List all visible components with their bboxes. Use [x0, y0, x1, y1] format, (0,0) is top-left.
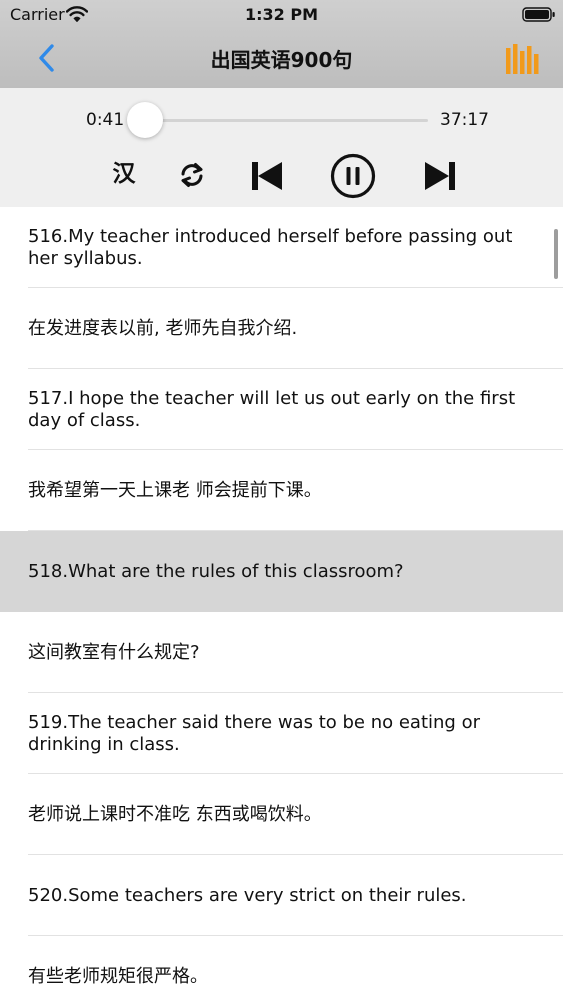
page-title: 出国英语900句 [210, 48, 353, 72]
language-toggle-button[interactable]: 汉 [108, 158, 140, 190]
sentence-text: 我希望第一天上课老 师会提前下课。 [28, 479, 322, 501]
next-track-icon[interactable] [423, 159, 457, 193]
progress-thumb[interactable] [127, 102, 164, 138]
list-item[interactable]: 在发进度表以前, 老师先自我介绍. [0, 288, 563, 369]
top-bar: Carrier 1:32 PM 出国英语900句 [0, 0, 563, 88]
status-time: 1:32 PM [244, 5, 318, 24]
progress-slider[interactable] [127, 102, 428, 138]
back-button[interactable] [30, 40, 66, 76]
total-time: 37:17 [440, 110, 489, 130]
list-item[interactable]: 518.What are the rules of this classroom… [0, 531, 563, 612]
sentence-text: 518.What are the rules of this classroom… [28, 560, 404, 582]
sentence-text: 有些老师规矩很严格。 [28, 965, 208, 987]
list-item[interactable]: 这间教室有什么规定? [0, 612, 563, 693]
elapsed-time: 0:41 [86, 110, 125, 130]
playlist-bars-icon[interactable] [500, 42, 542, 76]
sentence-text: 这间教室有什么规定? [28, 641, 200, 663]
sentence-text: 老师说上课时不准吃 东西或喝饮料。 [28, 803, 322, 825]
status-bar: Carrier 1:32 PM [0, 0, 563, 30]
list-item[interactable]: 516.My teacher introduced herself before… [0, 207, 563, 288]
list-item[interactable]: 有些老师规矩很严格。 [0, 936, 563, 1000]
list-item[interactable]: 老师说上课时不准吃 东西或喝饮料。 [0, 774, 563, 855]
list-item[interactable]: 519.The teacher said there was to be no … [0, 693, 563, 774]
list-item[interactable]: 517.I hope the teacher will let us out e… [0, 369, 563, 450]
sentence-text: 519.The teacher said there was to be no … [28, 711, 480, 755]
repeat-icon[interactable] [178, 161, 206, 189]
previous-track-icon[interactable] [250, 159, 284, 193]
sentence-text: 517.I hope the teacher will let us out e… [28, 387, 516, 431]
sentence-text: 520.Some teachers are very strict on the… [28, 884, 467, 906]
pause-icon[interactable] [330, 153, 376, 199]
navigation-bar: 出国英语900句 [0, 30, 563, 88]
sentence-list[interactable]: 516.My teacher introduced herself before… [0, 207, 563, 1000]
scrollbar[interactable] [554, 229, 558, 279]
list-item[interactable]: 520.Some teachers are very strict on the… [0, 855, 563, 936]
sentence-text: 在发进度表以前, 老师先自我介绍. [28, 317, 298, 339]
sentence-text: 516.My teacher introduced herself before… [28, 225, 513, 269]
battery-icon [522, 7, 555, 22]
list-item[interactable]: 我希望第一天上课老 师会提前下课。 [0, 450, 563, 531]
audio-player: 0:41 37:17 汉 [0, 88, 563, 207]
app-screen: Carrier 1:32 PM 出国英语900句 0:41 37:17 汉 51… [0, 0, 563, 1000]
